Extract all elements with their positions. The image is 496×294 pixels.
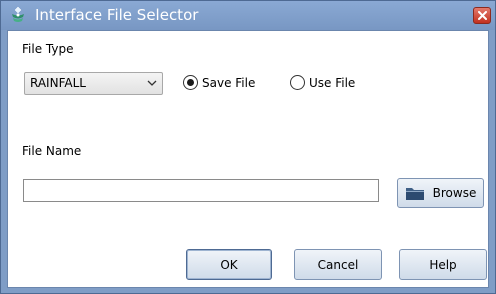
- save-file-option[interactable]: Save File: [183, 75, 255, 90]
- close-button[interactable]: [473, 7, 491, 24]
- file-type-select[interactable]: RAINFALL: [24, 72, 163, 95]
- file-name-input[interactable]: [23, 179, 379, 202]
- browse-button[interactable]: Browse: [397, 178, 484, 208]
- save-file-label: Save File: [202, 75, 256, 90]
- file-name-label: File Name: [22, 144, 82, 158]
- dialog-content: File Type RAINFALL Save File Use File Fi…: [7, 30, 489, 288]
- window-title: Interface File Selector: [35, 6, 199, 24]
- help-button[interactable]: Help: [399, 249, 487, 280]
- folder-icon: [405, 188, 424, 200]
- ok-button[interactable]: OK: [186, 249, 272, 280]
- help-label: Help: [429, 257, 457, 272]
- cancel-button[interactable]: Cancel: [294, 249, 382, 280]
- browse-label: Browse: [432, 186, 477, 200]
- cancel-label: Cancel: [317, 257, 359, 272]
- save-file-radio[interactable]: [183, 75, 198, 90]
- dialog-window: Interface File Selector File Type RAINFA…: [0, 0, 496, 294]
- title-bar[interactable]: Interface File Selector: [1, 1, 495, 30]
- use-file-radio[interactable]: [290, 75, 305, 90]
- use-file-option[interactable]: Use File: [290, 75, 355, 90]
- app-icon: [12, 6, 24, 22]
- file-type-value: RAINFALL: [30, 76, 86, 90]
- close-icon: [477, 11, 487, 20]
- use-file-label: Use File: [309, 75, 356, 90]
- ok-label: OK: [220, 257, 238, 272]
- file-type-label: File Type: [22, 42, 74, 56]
- chevron-down-icon: [147, 80, 157, 86]
